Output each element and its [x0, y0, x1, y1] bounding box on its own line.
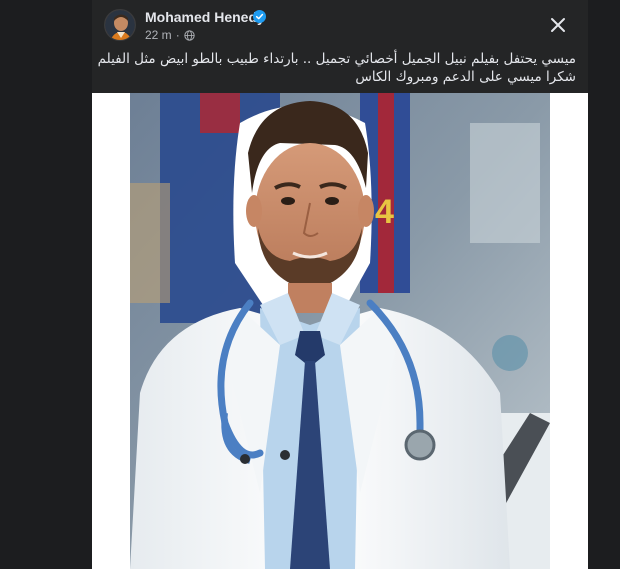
- post-text-line-1: ميسي يحتفل بفيلم نبيل الجميل أخصائي تجمي…: [97, 51, 576, 67]
- verified-badge-icon: [253, 10, 266, 23]
- post-meta: 22 m ·: [145, 28, 195, 42]
- post-media[interactable]: 4: [92, 93, 588, 569]
- post-card: Mohamed Henedy 22 m · ميسي يحتفل بفيلم ن…: [92, 0, 588, 569]
- close-icon: [551, 18, 565, 32]
- author-name[interactable]: Mohamed Henedy: [145, 9, 265, 25]
- doctor-photo-image: 4: [130, 93, 550, 569]
- post-text-line-2: شكرا ميسي على الدعم ومبروك الكاس: [355, 69, 576, 85]
- avatar[interactable]: [104, 9, 136, 41]
- post-header: Mohamed Henedy 22 m ·: [92, 0, 588, 46]
- post-photo[interactable]: 4: [130, 93, 550, 569]
- post-timestamp[interactable]: 22 m: [145, 28, 172, 42]
- svg-text:4: 4: [375, 193, 394, 231]
- post-text: ميسي يحتفل بفيلم نبيل الجميل أخصائي تجمي…: [97, 50, 576, 86]
- right-gutter: [588, 0, 620, 569]
- meta-separator: ·: [175, 28, 180, 42]
- avatar-image: [105, 10, 135, 40]
- left-gutter: [0, 0, 92, 569]
- close-button[interactable]: [546, 13, 570, 37]
- globe-icon[interactable]: [184, 29, 195, 41]
